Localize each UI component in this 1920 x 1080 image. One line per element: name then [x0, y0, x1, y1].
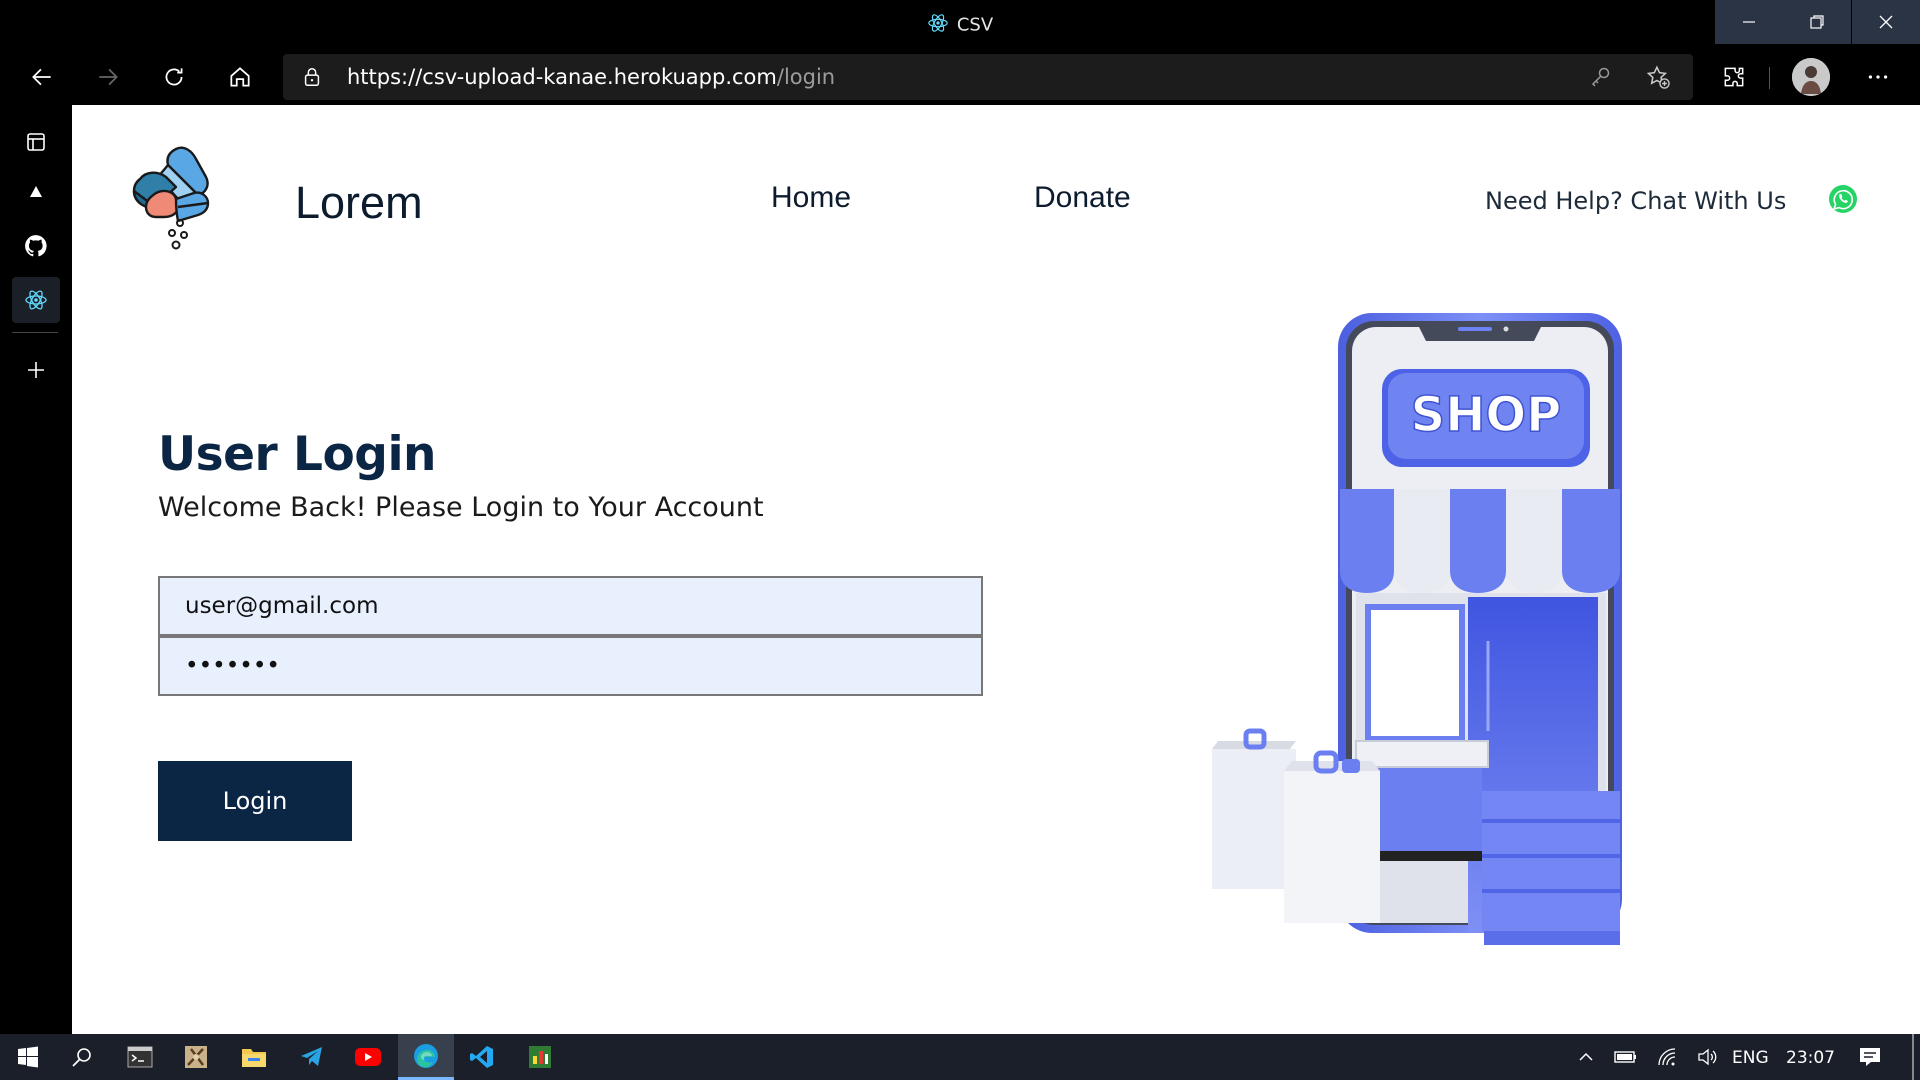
- restore-icon: [1810, 15, 1824, 29]
- vscode-icon: [470, 1046, 493, 1068]
- window-title-area: CSV: [0, 12, 1920, 39]
- tray-battery[interactable]: [1606, 1034, 1646, 1080]
- edge-icon: [414, 1043, 438, 1068]
- sidebar-tab-github[interactable]: [12, 223, 60, 269]
- youtube-icon: [355, 1048, 381, 1066]
- site-brand[interactable]: Lorem: [295, 177, 423, 229]
- taskbar-telegram[interactable]: [284, 1034, 340, 1080]
- url-path: /login: [776, 65, 836, 89]
- sidebar-divider: [12, 332, 58, 333]
- site-logo[interactable]: [128, 143, 224, 253]
- title-bar: CSV: [0, 0, 1920, 49]
- taskbar-file-explorer[interactable]: [226, 1034, 282, 1080]
- extensions-button[interactable]: [1714, 57, 1754, 97]
- forward-button[interactable]: [88, 57, 128, 97]
- tray-show-hidden[interactable]: [1566, 1034, 1606, 1080]
- tab-actions-button[interactable]: [12, 119, 60, 165]
- taskbar-edge-active[interactable]: [398, 1034, 454, 1080]
- chevron-up-icon: [1579, 1052, 1593, 1061]
- taskbar-app-game[interactable]: [168, 1034, 224, 1080]
- address-bar[interactable]: https://csv-upload-kanae.herokuapp.com/l…: [283, 54, 1693, 100]
- forward-arrow-icon: [99, 68, 118, 86]
- add-favorite-icon[interactable]: [1645, 64, 1671, 95]
- nav-link-home[interactable]: Home: [771, 181, 851, 215]
- lock-icon: [301, 66, 323, 93]
- refresh-icon: [165, 68, 183, 86]
- url-host: https://csv-upload-kanae.herokuapp.com: [347, 65, 777, 89]
- login-subtitle: Welcome Back! Please Login to Your Accou…: [158, 492, 764, 523]
- puzzle-icon: [1724, 67, 1744, 87]
- restore-button[interactable]: [1783, 0, 1851, 44]
- login-button[interactable]: Login: [158, 761, 352, 841]
- back-arrow-icon: [32, 68, 51, 86]
- plus-icon: [28, 362, 44, 378]
- back-button[interactable]: [22, 57, 62, 97]
- vertical-tabs-sidebar: [0, 105, 72, 1034]
- password-input[interactable]: [160, 638, 981, 694]
- taskbar-vscode[interactable]: [454, 1034, 510, 1080]
- taskbar-app-chart[interactable]: [512, 1034, 568, 1080]
- tab-panel-icon: [27, 133, 45, 151]
- nav-link-donate[interactable]: Donate: [1034, 181, 1131, 215]
- tray-clock[interactable]: 23:07: [1786, 1048, 1835, 1068]
- window-title: CSV: [956, 14, 994, 36]
- minimize-icon: [1743, 21, 1755, 23]
- shop-illustration: SHOP: [1192, 311, 1652, 971]
- action-center-button[interactable]: [1846, 1034, 1894, 1080]
- search-icon: [72, 1048, 91, 1067]
- search-button[interactable]: [54, 1034, 110, 1080]
- game-app-icon: [185, 1046, 207, 1068]
- close-button[interactable]: [1852, 0, 1920, 44]
- help-chat-link[interactable]: Need Help? Chat With Us: [1485, 187, 1786, 215]
- whatsapp-icon[interactable]: [1827, 183, 1859, 215]
- react-icon: [927, 12, 949, 39]
- sidebar-tab-vercel[interactable]: [12, 169, 60, 215]
- taskbar-youtube[interactable]: [340, 1034, 396, 1080]
- telegram-icon: [301, 1047, 322, 1066]
- github-icon: [25, 235, 47, 257]
- avatar-image: [1792, 58, 1830, 96]
- windows-logo-icon: [18, 1046, 38, 1068]
- login-heading: User Login: [158, 427, 437, 482]
- browser-toolbar: https://csv-upload-kanae.herokuapp.com/l…: [0, 49, 1920, 105]
- start-button[interactable]: [0, 1034, 56, 1080]
- key-icon[interactable]: [1589, 65, 1613, 94]
- email-input[interactable]: [160, 578, 981, 634]
- sidebar-tab-csv-active[interactable]: [12, 277, 60, 323]
- terminal-icon: [127, 1046, 153, 1068]
- url-text[interactable]: https://csv-upload-kanae.herokuapp.com/l…: [347, 65, 835, 89]
- tray-volume[interactable]: [1688, 1034, 1728, 1080]
- minimize-button[interactable]: [1715, 0, 1783, 44]
- password-field[interactable]: [158, 636, 983, 696]
- taskbar-terminal[interactable]: [112, 1034, 168, 1080]
- wifi-icon: [1658, 1048, 1676, 1066]
- notification-icon: [1860, 1048, 1880, 1066]
- profile-avatar[interactable]: [1792, 58, 1830, 96]
- shop-sign-text: SHOP: [1411, 387, 1562, 443]
- battery-icon: [1614, 1051, 1636, 1063]
- more-options-button[interactable]: [1858, 57, 1898, 97]
- refresh-button[interactable]: [154, 57, 194, 97]
- show-desktop-strip[interactable]: [1912, 1034, 1914, 1080]
- speaker-icon: [1698, 1048, 1717, 1066]
- new-tab-button[interactable]: [12, 347, 60, 393]
- toolbar-divider: [1769, 67, 1770, 89]
- email-field[interactable]: [158, 576, 983, 636]
- ellipsis-icon: [1868, 75, 1888, 79]
- triangle-icon: [30, 186, 42, 197]
- home-icon: [230, 67, 250, 87]
- tray-network[interactable]: [1648, 1034, 1688, 1080]
- home-button[interactable]: [220, 57, 260, 97]
- tray-language[interactable]: ENG: [1732, 1048, 1769, 1068]
- close-icon: [1879, 15, 1893, 29]
- web-page: Lorem Home Donate Need Help? Chat With U…: [72, 105, 1920, 1034]
- folder-icon: [242, 1049, 266, 1067]
- pills-logo-icon: [132, 146, 210, 250]
- phone-shop-image: SHOP: [1212, 313, 1622, 945]
- chart-app-icon: [529, 1046, 551, 1068]
- react-icon: [25, 290, 47, 310]
- windows-taskbar: ENG 23:07: [0, 1034, 1920, 1080]
